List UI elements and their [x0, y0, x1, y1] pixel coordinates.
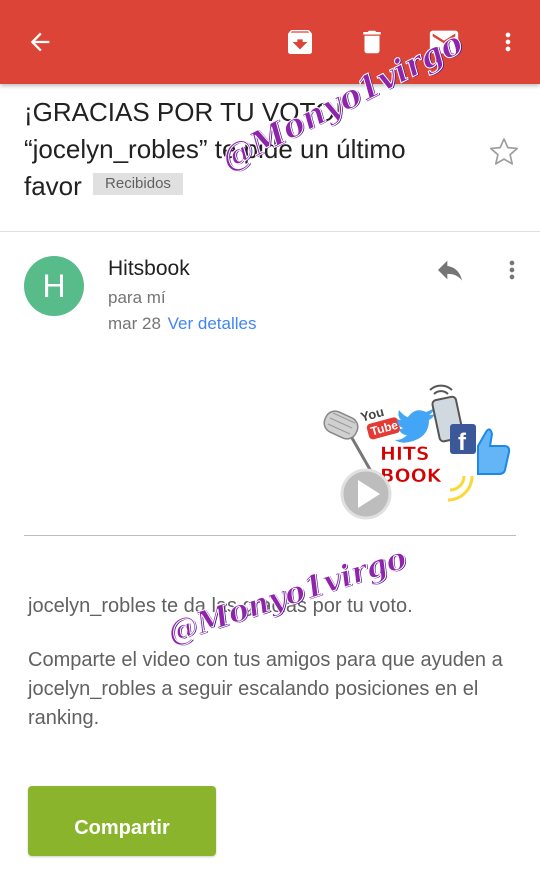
thumbs-up-icon: [477, 428, 511, 475]
hitsbook-brand-text: HITS: [380, 443, 430, 465]
rss-icon: [447, 475, 474, 502]
reply-icon: [438, 260, 462, 281]
youtube-icon: You Tube: [359, 404, 401, 440]
share-button[interactable]: Compartir: [28, 786, 216, 856]
back-arrow-icon: [30, 32, 50, 52]
more-vert-icon: [505, 32, 511, 52]
more-vert-icon: [509, 260, 515, 280]
archive-icon: [288, 30, 312, 54]
message-date: mar 28: [108, 314, 161, 333]
content-divider: [24, 535, 516, 536]
play-icon: [340, 468, 392, 520]
svg-text:f: f: [458, 429, 467, 456]
label-chip-inbox[interactable]: Recibidos: [93, 173, 183, 196]
more-options-button[interactable]: [486, 20, 530, 64]
body-paragraph-2: Comparte el video con tus amigos para qu…: [28, 649, 503, 729]
recipient-text: para mí: [108, 288, 166, 307]
archive-button[interactable]: [278, 20, 322, 64]
reply-button[interactable]: [430, 250, 470, 290]
sender-avatar[interactable]: H: [24, 256, 84, 316]
sender-name: Hitsbook: [108, 257, 190, 280]
back-button[interactable]: [18, 20, 62, 64]
message-date-row: mar 28 Ver detalles: [108, 314, 257, 334]
hitsbook-brand-text-2: BOOK: [380, 465, 443, 487]
hitsbook-logo: You Tube f HITS BOOK: [323, 384, 511, 520]
view-details-link[interactable]: Ver detalles: [168, 314, 257, 333]
wifi-icon: [429, 384, 453, 395]
trash-icon: [363, 30, 381, 54]
star-outline-icon: [489, 138, 519, 165]
message-more-button[interactable]: [492, 250, 532, 290]
twitter-icon: [395, 407, 436, 443]
star-button[interactable]: [484, 132, 524, 172]
